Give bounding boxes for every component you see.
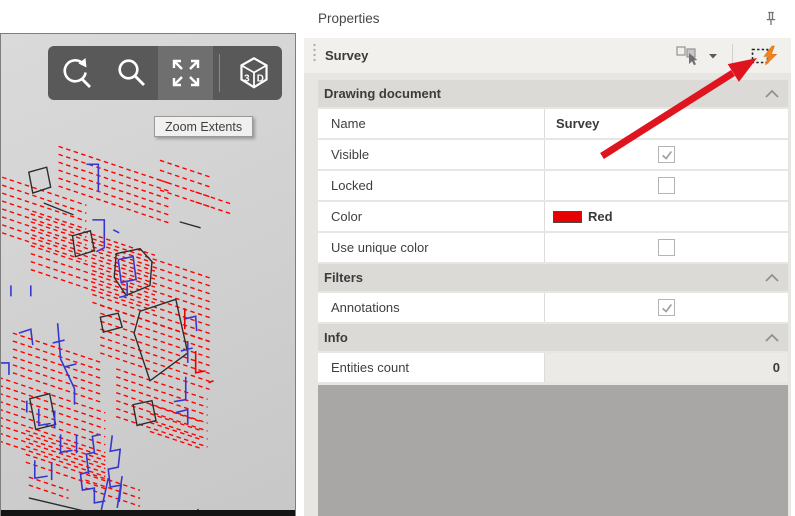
viewport-bottom-bar (1, 510, 295, 516)
dropdown-caret-icon (708, 53, 718, 59)
drawing-viewport[interactable]: 3 D Zoom Extents (0, 33, 296, 516)
section-label: Drawing document (324, 86, 441, 101)
3d-view-cube-icon: 3 D (235, 55, 273, 91)
annotations-checkbox[interactable] (658, 299, 675, 316)
zoom-extents-button[interactable] (158, 46, 213, 100)
svg-text:D: D (257, 74, 264, 85)
view-toolbar: 3 D (48, 46, 282, 100)
zoom-window-icon (113, 55, 149, 91)
property-label: Visible (318, 140, 545, 169)
grip-dots-icon (312, 43, 317, 63)
section-label: Filters (324, 270, 363, 285)
zoom-extents-icon (168, 55, 204, 91)
application-window: 3 D Zoom Extents Properties (0, 0, 795, 516)
drag-grip[interactable] (312, 43, 317, 68)
properties-panel: Properties (304, 0, 791, 516)
property-row-visible: Visible (318, 140, 788, 169)
svg-text:3: 3 (244, 74, 250, 85)
property-row-use-unique-color: Use unique color (318, 233, 788, 262)
zoom-previous-button[interactable] (48, 46, 103, 100)
collapse-chevron-icon[interactable] (765, 90, 779, 98)
3d-view-button[interactable]: 3 D (226, 46, 282, 100)
object-selector-bar: Survey (304, 38, 791, 73)
selected-object-label: Survey (325, 48, 672, 63)
tooltip: Zoom Extents (154, 116, 253, 137)
property-row-locked: Locked (318, 171, 788, 200)
use-unique-color-checkbox[interactable] (658, 239, 675, 256)
selector-separator (732, 44, 733, 68)
name-value-field[interactable]: Survey (545, 109, 788, 138)
property-row-name: Name Survey (318, 109, 788, 138)
select-entities-icon (676, 46, 700, 66)
locked-checkbox[interactable] (658, 177, 675, 194)
name-value: Survey (545, 116, 599, 131)
color-name: Red (588, 209, 613, 224)
color-value-field[interactable]: Red (545, 202, 788, 231)
section-label: Info (324, 330, 348, 345)
section-header-info[interactable]: Info (318, 324, 788, 351)
panel-header: Properties (304, 0, 791, 36)
checkmark-icon (660, 301, 674, 315)
property-row-color: Color Red (318, 202, 788, 231)
zoom-window-button[interactable] (103, 46, 158, 100)
property-row-annotations: Annotations (318, 293, 788, 322)
pushpin-icon (765, 11, 777, 26)
property-grid: Drawing document Name Survey Visible (304, 73, 791, 516)
section-header-filters[interactable]: Filters (318, 264, 788, 291)
panel-title: Properties (318, 11, 761, 26)
property-label: Locked (318, 171, 545, 200)
entities-count-value: 0 (545, 353, 788, 382)
cad-drawing (1, 34, 295, 516)
property-row-entities-count: Entities count 0 (318, 353, 788, 382)
property-label: Annotations (318, 293, 545, 322)
visible-checkbox[interactable] (658, 146, 675, 163)
property-label: Name (318, 109, 545, 138)
select-entities-button[interactable] (672, 44, 704, 68)
color-swatch (553, 211, 582, 223)
selector-dropdown-button[interactable] (704, 51, 722, 61)
property-label: Use unique color (318, 233, 545, 262)
property-label: Color (318, 202, 545, 231)
toolbar-separator (219, 54, 220, 92)
quick-select-icon (751, 45, 779, 66)
pin-button[interactable] (761, 8, 781, 28)
checkmark-icon (660, 148, 674, 162)
quick-select-button[interactable] (747, 43, 783, 68)
panel-empty-area (318, 385, 788, 516)
collapse-chevron-icon[interactable] (765, 274, 779, 282)
zoom-previous-icon (58, 55, 94, 91)
collapse-chevron-icon[interactable] (765, 334, 779, 342)
section-header-drawing-document[interactable]: Drawing document (318, 80, 788, 107)
property-label: Entities count (318, 353, 545, 382)
